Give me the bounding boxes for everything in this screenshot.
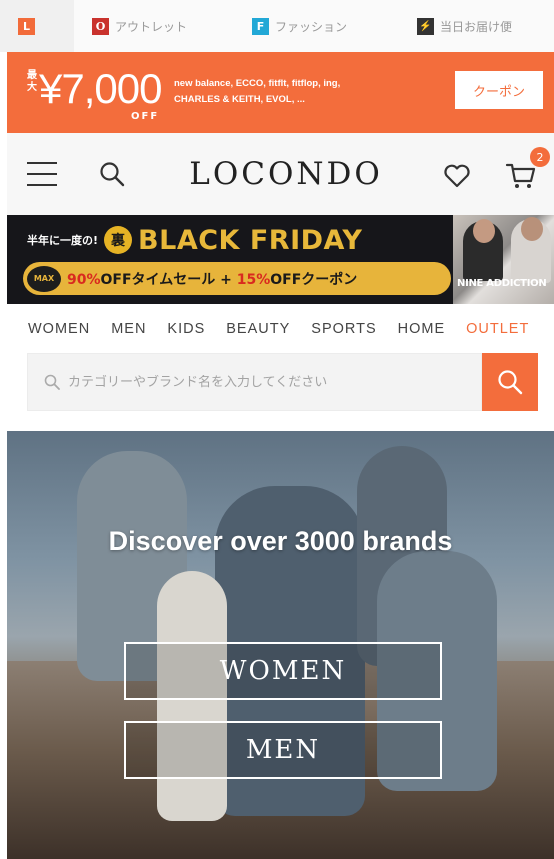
black-friday-pre-text: 半年に一度の! [27, 234, 99, 247]
search-button[interactable] [482, 353, 538, 411]
heart-icon[interactable] [443, 164, 471, 188]
category-nav: WOMEN MEN KIDS BEAUTY SPORTS HOME OUTLET [7, 304, 554, 353]
service-tab-same-day-label: 当日お届け便 [440, 19, 513, 34]
black-friday-model-photo [453, 215, 554, 304]
search-bar [7, 353, 554, 431]
category-beauty[interactable]: BEAUTY [226, 321, 290, 337]
search-box[interactable] [27, 353, 482, 411]
search-icon[interactable] [99, 161, 125, 187]
promo-amount: ¥7,000 [39, 65, 162, 112]
service-tab-same-day[interactable]: ⚡ 当日お届け便 [399, 0, 554, 52]
site-header: LOCONDO 2 [7, 133, 554, 215]
locondo-logo-icon: L [18, 17, 35, 35]
ura-badge: 裏 [104, 226, 133, 254]
service-tabs: L O アウトレット F ファッション ⚡ 当日お届け便 [0, 0, 554, 52]
cart-count-badge: 2 [530, 147, 550, 167]
search-input[interactable] [68, 374, 468, 390]
sale-tail: OFFクーポン [270, 271, 358, 288]
lightning-icon: ⚡ [417, 17, 434, 35]
outlet-logo-icon: O [92, 17, 109, 35]
locondo-logo[interactable]: LOCONDO [181, 151, 391, 197]
category-women[interactable]: WOMEN [28, 321, 90, 337]
promo-brands-line-2: CHARLES & KEITH, EVOL, ... [174, 94, 305, 105]
service-tab-fashion-label: ファッション [275, 19, 348, 34]
coupon-percent: 15% [236, 271, 271, 288]
search-button-icon [498, 370, 523, 395]
hero-women-button[interactable]: WOMEN [124, 642, 442, 700]
promo-brands: new balance, ECCO, fitflt, fitflop, ing,… [174, 76, 434, 108]
category-kids[interactable]: KIDS [167, 321, 205, 337]
category-outlet[interactable]: OUTLET [466, 321, 529, 337]
promo-max-label: 最大 [27, 70, 37, 93]
coupon-button[interactable]: クーポン [455, 71, 543, 109]
hero-title: Discover over 3000 brands [108, 526, 453, 556]
hero-men-button[interactable]: MEN [124, 721, 442, 779]
service-tab-outlet-label: アウトレット [115, 19, 188, 34]
black-friday-sale-text: 90%OFFタイムセール + 15%OFFクーポン [67, 269, 357, 289]
promo-off-label: OFF [131, 111, 160, 122]
black-friday-banner[interactable]: 半年に一度の! 裏 BLACK FRIDAY MAX 90%OFFタイムセール … [7, 215, 554, 304]
coupon-promo-banner[interactable]: 最大 ¥7,000 OFF new balance, ECCO, fitflt,… [7, 52, 554, 133]
promo-brands-line-1: new balance, ECCO, fitflt, fitflop, ing, [174, 78, 341, 89]
category-men[interactable]: MEN [111, 321, 146, 337]
menu-icon[interactable] [27, 162, 57, 186]
fashion-logo-icon: F [252, 17, 269, 35]
hero-banner: Discover over 3000 brands WOMEN MEN [7, 431, 554, 859]
search-field-icon [44, 374, 60, 390]
max-badge: MAX [27, 265, 61, 292]
service-tab-locondo[interactable]: L [0, 0, 74, 52]
category-sports[interactable]: SPORTS [311, 321, 376, 337]
black-friday-side-brand: NINE ADDICTION [457, 278, 547, 289]
black-friday-headline: 半年に一度の! 裏 BLACK FRIDAY [27, 219, 447, 261]
category-home[interactable]: HOME [398, 321, 446, 337]
sale-percent: 90% [67, 271, 101, 288]
service-tab-fashion[interactable]: F ファッション [234, 0, 399, 52]
service-tab-outlet[interactable]: O アウトレット [74, 0, 234, 52]
sale-mid: OFFタイムセール + [100, 271, 237, 288]
black-friday-title: BLACK FRIDAY [138, 224, 363, 256]
black-friday-sale-strip: MAX 90%OFFタイムセール + 15%OFFクーポン [23, 262, 451, 295]
